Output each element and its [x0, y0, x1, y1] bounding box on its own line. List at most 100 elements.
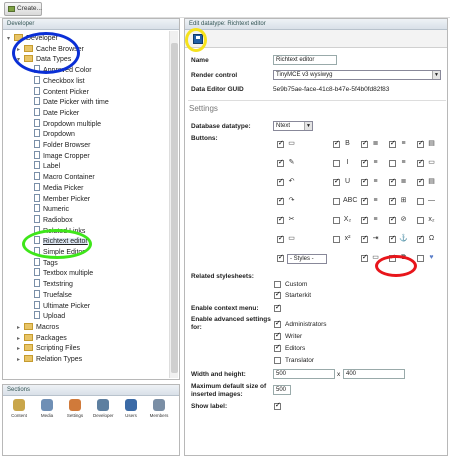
toolbar-button-checkbox[interactable]	[389, 253, 396, 262]
toolbar-button-checkbox[interactable]	[361, 139, 368, 148]
tree-item[interactable]: Related Links	[27, 225, 85, 237]
toolbar-button-checkbox[interactable]	[277, 234, 284, 243]
tree-item[interactable]: Content Picker	[27, 86, 89, 98]
styles-select[interactable]: - Styles -	[287, 254, 327, 264]
datatype-icon	[34, 214, 40, 223]
toolbar-button-checkbox[interactable]	[361, 215, 368, 224]
tree-item[interactable]: Image Cropper	[27, 150, 90, 162]
tree-item[interactable]: ▸ Scripting Files	[17, 343, 80, 354]
role-checkbox[interactable]	[274, 331, 281, 340]
stylesheet-checkbox[interactable]	[274, 290, 281, 299]
toolbar-button-checkbox[interactable]	[389, 139, 396, 148]
toolbar-button-checkbox[interactable]	[277, 177, 284, 186]
editor-button-icon: ♥	[429, 254, 434, 261]
toolbar-button-checkbox[interactable]	[361, 196, 368, 205]
toolbar-button-checkbox[interactable]	[417, 139, 424, 148]
width-input[interactable]: 500	[273, 369, 335, 379]
tree-item[interactable]: Approved Color	[27, 65, 92, 76]
stylesheet-label: Starterkit	[285, 292, 312, 299]
toolbar-button-checkbox[interactable]	[277, 253, 284, 262]
toolbar-button-checkbox[interactable]	[389, 234, 396, 243]
toolbar-button-checkbox[interactable]	[389, 160, 396, 167]
toolbar-button-checkbox[interactable]	[417, 198, 424, 205]
name-input[interactable]: Richtext editor	[273, 55, 337, 65]
role-checkbox[interactable]	[274, 343, 281, 352]
tree-item[interactable]: Textstring	[27, 279, 73, 290]
role-checkbox[interactable]	[274, 357, 281, 364]
tree-item-label: Developer	[26, 35, 58, 42]
toolbar-button-checkbox[interactable]	[333, 160, 340, 167]
tree-item[interactable]: Richtext editor	[27, 236, 88, 247]
toolbar-button-checkbox[interactable]	[417, 255, 424, 262]
section-developer[interactable]: Developer	[93, 399, 114, 418]
scrollbar-thumb[interactable]	[171, 43, 178, 373]
tree-item[interactable]: Numeric	[27, 204, 69, 215]
toolbar-button-checkbox[interactable]	[361, 234, 368, 243]
toolbar-button-checkbox[interactable]	[361, 177, 368, 186]
context-menu-checkbox[interactable]	[274, 303, 281, 312]
tree-item[interactable]: Macro Container	[27, 172, 95, 183]
tree-item[interactable]: ▸ Macros	[17, 322, 59, 333]
section-media[interactable]: Media	[37, 399, 57, 418]
toolbar-button-checkbox[interactable]	[361, 158, 368, 167]
toolbar-button-checkbox[interactable]	[333, 236, 340, 243]
tree-item[interactable]: Folder Browser	[27, 140, 90, 151]
save-icon[interactable]	[193, 34, 203, 44]
tree-item[interactable]: Truefalse	[27, 289, 72, 301]
tree-item[interactable]: Media Picker	[27, 182, 83, 194]
section-content[interactable]: Content	[9, 399, 29, 418]
tree-item[interactable]: Radiobox	[27, 214, 73, 226]
tree-item[interactable]: Member Picker	[27, 193, 90, 205]
toolbar-button-checkbox[interactable]	[417, 217, 424, 224]
section-members[interactable]: Members	[149, 399, 169, 418]
tree-item[interactable]: Date Picker	[27, 107, 79, 119]
tree-item[interactable]: ▾ Developer	[7, 33, 58, 44]
toolbar-button-checkbox[interactable]	[277, 215, 284, 224]
tree-item[interactable]: Upload	[27, 311, 65, 322]
tree-item[interactable]: Simple Editor	[27, 247, 85, 258]
toolbar-button-checkbox[interactable]	[389, 177, 396, 186]
toolbar-button-checkbox[interactable]	[277, 139, 284, 148]
expanded-arrow-icon[interactable]: ▾	[7, 34, 14, 45]
tree-scrollbar[interactable]	[169, 31, 178, 378]
toolbar-button-checkbox[interactable]	[389, 215, 396, 224]
toolbar-button-checkbox[interactable]	[417, 177, 424, 186]
toolbar-button-checkbox[interactable]	[361, 253, 368, 262]
tree-item[interactable]: ▸ Packages	[17, 333, 67, 344]
tree-item[interactable]: Tags	[27, 257, 58, 269]
toolbar-button-checkbox[interactable]	[333, 139, 340, 148]
section-users[interactable]: Users	[121, 399, 141, 418]
tree-item[interactable]: Label	[27, 161, 60, 172]
stylesheet-checkbox[interactable]	[274, 281, 281, 288]
toolbar-button-checkbox[interactable]	[277, 196, 284, 205]
tree-item[interactable]: Dropdown	[27, 129, 75, 140]
toolbar-button-checkbox[interactable]	[417, 234, 424, 243]
tree-item[interactable]: Date Picker with time	[27, 97, 109, 108]
render-control-select[interactable]: TinyMCE v3 wysiwyg ▼	[273, 70, 441, 80]
section-settings[interactable]: Settings	[65, 399, 85, 418]
toolbar-button-checkbox[interactable]	[277, 158, 284, 167]
role-checkbox[interactable]	[274, 319, 281, 328]
height-input[interactable]: 400	[343, 369, 405, 379]
toolbar-button-checkbox[interactable]	[417, 158, 424, 167]
tree-item[interactable]: Ultimate Picker	[27, 300, 90, 312]
toolbar-button-checkbox[interactable]	[333, 177, 340, 186]
tree-item[interactable]: Textbox multiple	[27, 268, 93, 279]
collapsed-arrow-icon[interactable]: ▸	[17, 355, 24, 366]
expanded-arrow-icon[interactable]: ▾	[17, 55, 24, 66]
show-label-checkbox[interactable]	[274, 401, 281, 410]
tree-item[interactable]: Checkbox list	[27, 75, 85, 87]
toolbar-button-checkbox[interactable]	[333, 198, 340, 205]
toolbar-button-checkbox[interactable]	[333, 217, 340, 224]
tree-item[interactable]: ▸ Relation Types	[17, 354, 82, 365]
editor-button-icon: ≡	[401, 159, 406, 166]
max-size-input[interactable]: 500	[273, 385, 291, 395]
create-icon	[8, 6, 15, 12]
tree-item[interactable]: ▾ Data Types	[17, 54, 71, 65]
create-button[interactable]: Create...	[4, 2, 42, 16]
db-datatype-select[interactable]: Ntext ▼	[273, 121, 313, 131]
toolbar-button-checkbox[interactable]	[389, 196, 396, 205]
tree-item[interactable]: ▸ Cache Browser	[17, 44, 84, 55]
tree-item-label: Macros	[36, 323, 59, 331]
tree-item[interactable]: Dropdown multiple	[27, 118, 101, 130]
